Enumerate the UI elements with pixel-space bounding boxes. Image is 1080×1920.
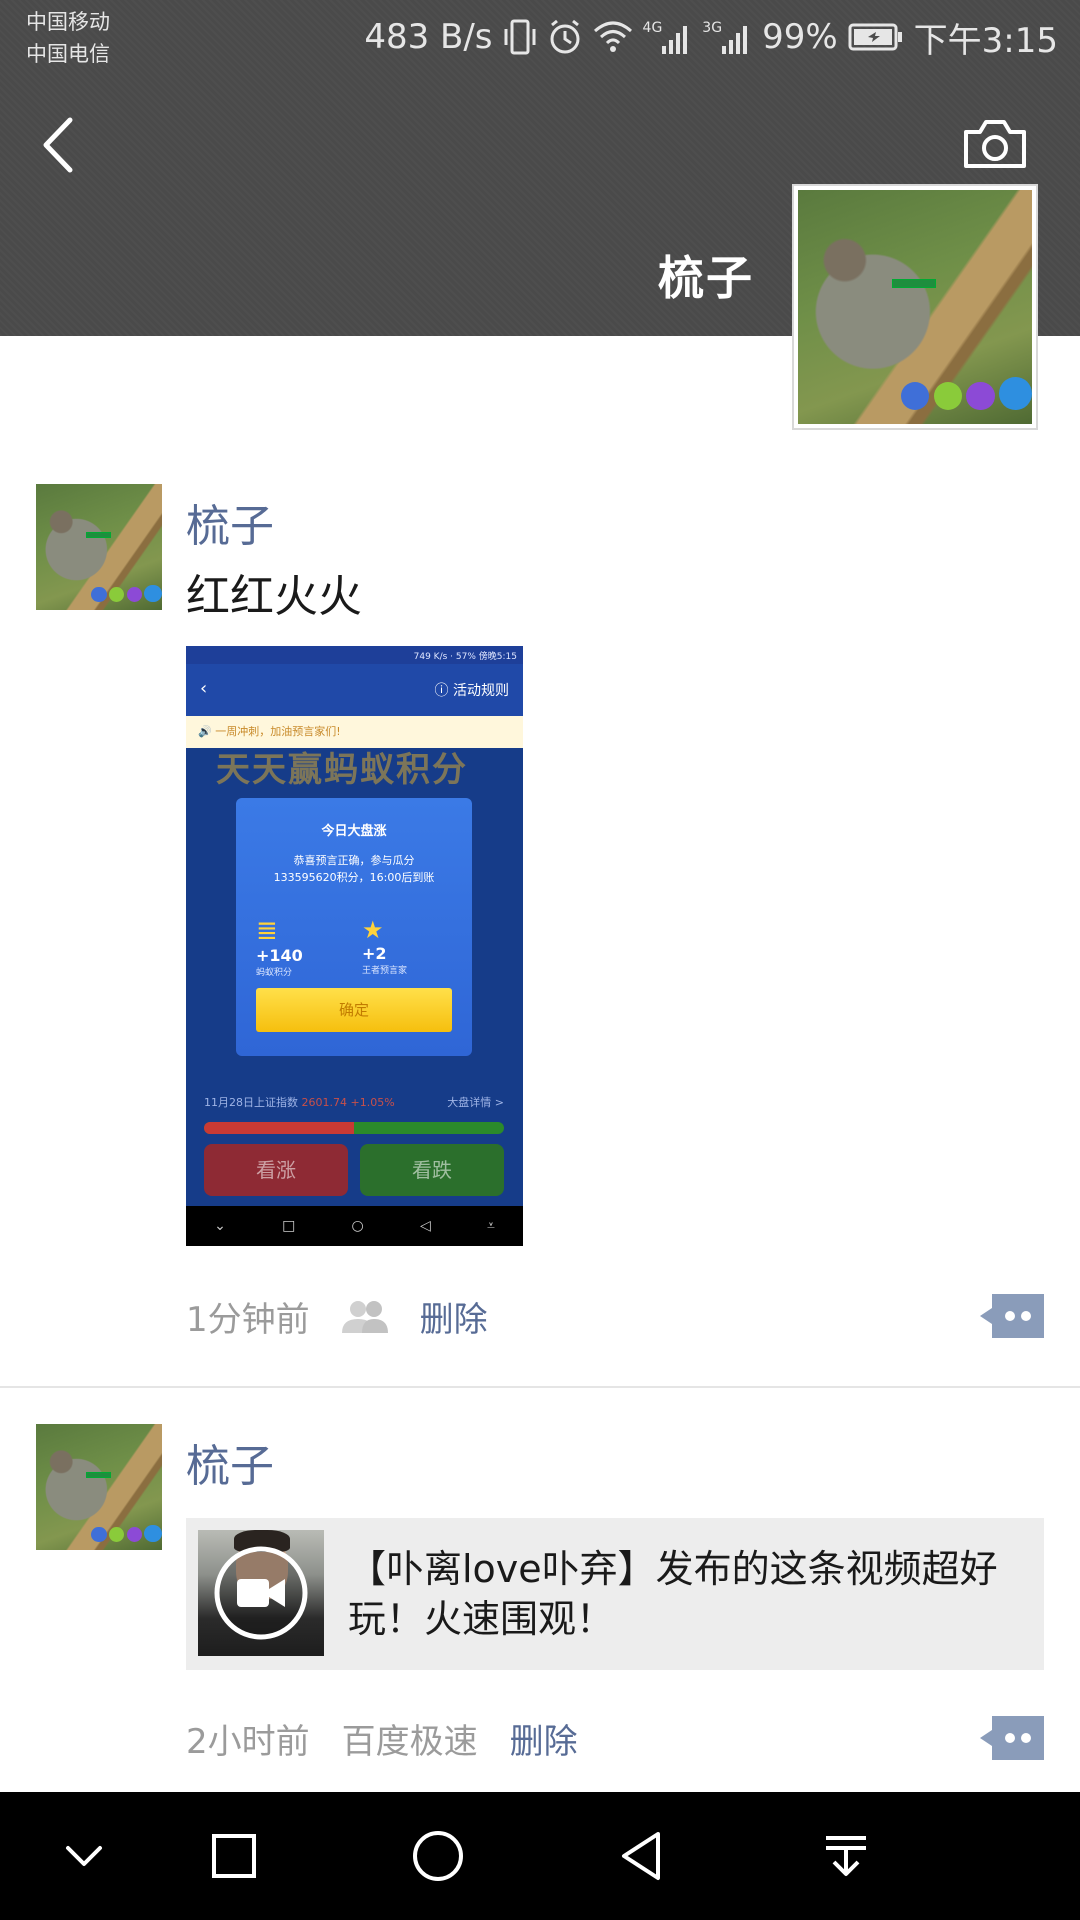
profile-avatar[interactable] (792, 184, 1038, 430)
hide-nav-icon[interactable] (52, 1824, 116, 1888)
signal-icon (662, 26, 688, 54)
embedded-reward-points: ≣ +140 蚂蚁积分 (256, 916, 303, 978)
post-avatar[interactable] (36, 484, 162, 610)
friends-visibility-icon[interactable] (340, 1299, 390, 1335)
embedded-down-button: 看跌 (360, 1144, 504, 1196)
status-icons: 483 B/s 4G 3G 99% 下午3:15 (364, 12, 1058, 62)
avatar-image (36, 1424, 162, 1550)
signal-3g: 3G (702, 20, 752, 54)
back-icon[interactable] (34, 112, 84, 178)
post-source[interactable]: 百度极速 (342, 1714, 478, 1763)
embedded-rules-link: ⓘ 活动规则 (434, 683, 509, 699)
embedded-confirm-button: 确定 (256, 988, 452, 1032)
back-nav-icon[interactable] (610, 1824, 674, 1888)
recents-icon[interactable] (202, 1824, 266, 1888)
system-navigation-bar (0, 1792, 1080, 1920)
post-meta: 1分钟前 删除 (186, 1292, 488, 1341)
embedded-reward-prophet: ★ +2 王者预言家 (362, 916, 408, 976)
embedded-nav-bar: ‹ ⓘ 活动规则 (186, 664, 523, 716)
comment-more-icon[interactable] (980, 1294, 1044, 1338)
vibrate-icon (504, 19, 536, 55)
signal-4g: 4G (643, 20, 693, 54)
post-text: 红红火火 (186, 571, 362, 622)
post-image[interactable]: 749 K/s · 57% 傍晚5:15 ‹ ⓘ 活动规则 🔊 一周冲刺，加油预… (186, 646, 523, 1246)
signal-icon (722, 26, 748, 54)
shared-video-card[interactable]: 【卟离love卟弃】发布的这条视频超好玩！火速围观！ (186, 1518, 1044, 1670)
wifi-icon (593, 21, 632, 52)
camera-icon[interactable] (962, 116, 1028, 172)
status-bar: 中国移动 中国电信 483 B/s 4G 3G 99% 下午3:15 (0, 0, 1080, 78)
embedded-status-bar: 749 K/s · 57% 傍晚5:15 (186, 646, 523, 664)
embedded-system-nav: ⌄ □ ○ ◁ ⩡ (186, 1206, 523, 1246)
battery-icon (848, 23, 902, 51)
avatar-image (798, 190, 1032, 424)
post-avatar[interactable] (36, 1424, 162, 1550)
embedded-modal: 今日大盘涨 恭喜预言正确，参与瓜分 133595620积分，16:00后到账 ≣… (236, 798, 472, 1056)
comment-more-icon[interactable] (980, 1716, 1044, 1760)
network-speed: 483 B/s (364, 17, 493, 57)
home-icon[interactable] (406, 1824, 470, 1888)
post-author-name[interactable]: 梳子 (186, 490, 274, 554)
embedded-up-button: 看涨 (204, 1144, 348, 1196)
carrier-1: 中国移动 (26, 10, 110, 34)
carrier-2: 中国电信 (26, 42, 110, 66)
video-icon (214, 1546, 308, 1640)
video-thumbnail (198, 1530, 324, 1656)
post-author-name[interactable]: 梳子 (186, 1430, 274, 1494)
embedded-back-icon: ‹ (200, 678, 208, 699)
shared-link-title: 【卟离love卟弃】发布的这条视频超好玩！火速围观！ (348, 1547, 998, 1641)
profile-name[interactable]: 梳子 (658, 242, 754, 308)
delete-button[interactable]: 删除 (510, 1714, 578, 1763)
post-time: 2小时前 (186, 1722, 310, 1762)
avatar-image (36, 484, 162, 610)
post-meta: 2小时前 百度极速 删除 (186, 1714, 578, 1763)
post-divider (0, 1386, 1080, 1388)
battery-percent: 99% (762, 17, 838, 57)
embedded-vote-bar (204, 1122, 504, 1134)
clock: 下午3:15 (913, 20, 1058, 61)
alarm-icon (550, 19, 580, 54)
embedded-index-line: 11月28日上证指数 2601.74 +1.05% 大盘详情 > (204, 1096, 504, 1109)
delete-button[interactable]: 删除 (420, 1292, 488, 1341)
notification-pull-icon[interactable] (814, 1824, 878, 1888)
post-time: 1分钟前 (186, 1300, 310, 1340)
